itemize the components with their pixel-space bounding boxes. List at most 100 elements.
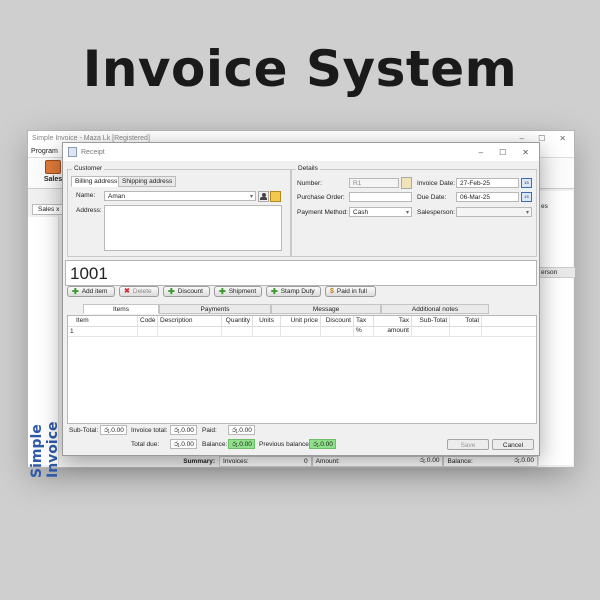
column-unit-price[interactable]: Unit price bbox=[281, 316, 321, 326]
summary-amount-label: Amount: bbox=[315, 457, 340, 465]
customer-name-field[interactable]: Aman bbox=[104, 191, 256, 202]
summary-invoices-label: Invoices: bbox=[223, 457, 249, 465]
table-cell[interactable] bbox=[222, 327, 253, 336]
summary-invoices: Invoices: 0 bbox=[219, 455, 312, 467]
calendar-icon[interactable]: 15 bbox=[521, 192, 532, 202]
sales-icon bbox=[45, 160, 61, 174]
number-field[interactable]: R1 bbox=[349, 178, 399, 188]
column-tax-amount[interactable]: Tax amount bbox=[374, 316, 412, 334]
subtotal-value: රු.0.00 bbox=[100, 425, 127, 435]
table-cell[interactable] bbox=[412, 327, 450, 336]
purchase-order-field[interactable] bbox=[349, 192, 412, 202]
customer-group-title: Customer bbox=[72, 165, 105, 172]
invoice-total-value: රු.0.00 bbox=[170, 425, 197, 435]
discount-button[interactable]: ✚ Discount bbox=[163, 286, 210, 297]
table-cell[interactable] bbox=[374, 327, 412, 336]
payment-method-label: Payment Method: bbox=[297, 209, 348, 216]
items-table[interactable]: Item Code Description Quantity Units Uni… bbox=[67, 315, 537, 424]
add-item-button[interactable]: ✚ Add item bbox=[67, 286, 115, 297]
receipt-icon bbox=[68, 147, 77, 157]
column-tax-percent[interactable]: Tax % bbox=[354, 316, 374, 334]
save-button[interactable]: Save bbox=[447, 439, 489, 450]
column-discount[interactable]: Discount bbox=[321, 316, 354, 326]
table-cell[interactable] bbox=[450, 327, 482, 336]
customer-group: Customer Billing address Shipping addres… bbox=[67, 165, 291, 257]
paid-label: Paid: bbox=[202, 427, 217, 434]
delete-icon: ✖ bbox=[124, 288, 130, 295]
table-cell[interactable] bbox=[321, 327, 354, 336]
summary-balance: Balance: රු.0.00 bbox=[443, 455, 539, 467]
person-icon[interactable] bbox=[258, 191, 269, 202]
tab-items[interactable]: Items bbox=[83, 304, 159, 314]
tab-shipping-address[interactable]: Shipping address bbox=[118, 176, 177, 187]
table-cell[interactable] bbox=[253, 327, 281, 336]
column-description[interactable]: Description bbox=[158, 316, 222, 326]
previous-balance-value: රු.0.00 bbox=[309, 439, 336, 449]
right-panel-label: es bbox=[541, 203, 548, 210]
subtotal-label: Sub-Total: bbox=[69, 427, 99, 434]
total-due-value: රු.0.00 bbox=[170, 439, 197, 449]
balance-label: Balance: bbox=[202, 441, 228, 448]
main-window-title: Simple Invoice - Maza Lk [Registered] bbox=[32, 134, 150, 142]
close-icon[interactable]: ✕ bbox=[522, 148, 529, 157]
column-sub-total[interactable]: Sub-Total bbox=[412, 316, 450, 326]
column-units[interactable]: Units bbox=[253, 316, 281, 326]
tab-message[interactable]: Message bbox=[271, 304, 381, 314]
table-row[interactable]: 1 bbox=[68, 327, 536, 337]
folder-icon[interactable] bbox=[270, 191, 281, 202]
cancel-button[interactable]: Cancel bbox=[492, 439, 534, 450]
tab-additional-notes[interactable]: Additional notes bbox=[381, 304, 489, 314]
page-headline: Invoice System bbox=[82, 40, 518, 98]
payment-method-select[interactable]: Cash bbox=[349, 207, 412, 218]
invoice-number-field[interactable]: 1001 bbox=[65, 260, 537, 286]
plus-icon: ✚ bbox=[72, 287, 79, 296]
address-label: Address: bbox=[76, 207, 102, 214]
delete-button[interactable]: ✖ Delete bbox=[119, 286, 159, 297]
total-due-label: Total due: bbox=[131, 441, 160, 448]
close-icon[interactable]: ✕ bbox=[559, 134, 566, 143]
paid-value: රු.0.00 bbox=[228, 425, 255, 435]
due-date-field[interactable]: 06-Mar-25 bbox=[456, 192, 519, 202]
pencil-icon[interactable] bbox=[401, 177, 412, 189]
tab-billing-address[interactable]: Billing address bbox=[71, 176, 122, 187]
name-label: Name: bbox=[76, 192, 96, 199]
column-item[interactable]: Item bbox=[68, 316, 138, 326]
summary-balance-value: රු.0.00 bbox=[514, 457, 535, 464]
column-code[interactable]: Code bbox=[138, 316, 158, 326]
sales-document-tab[interactable]: Sales x bbox=[32, 204, 66, 215]
paid-in-full-button[interactable]: $ Paid in full bbox=[325, 286, 376, 297]
add-item-label: Add item bbox=[81, 288, 108, 295]
salesperson-select[interactable] bbox=[456, 207, 532, 218]
delete-label: Delete bbox=[132, 288, 152, 295]
number-label: Number: bbox=[297, 180, 322, 187]
stamp-duty-button[interactable]: ✚ Stamp Duty bbox=[266, 286, 321, 297]
row-number: 1 bbox=[68, 327, 138, 336]
purchase-order-label: Purchase Order: bbox=[297, 194, 345, 201]
minimize-icon[interactable]: – bbox=[479, 148, 483, 157]
menu-program[interactable]: Program bbox=[31, 148, 58, 155]
sidebar-brand: Simple Invoice bbox=[29, 421, 61, 478]
shipment-button[interactable]: ✚ Shipment bbox=[214, 286, 262, 297]
column-total[interactable]: Total bbox=[450, 316, 482, 326]
paid-in-full-label: Paid in full bbox=[336, 288, 367, 295]
table-cell[interactable] bbox=[158, 327, 222, 336]
plus-icon: ✚ bbox=[219, 287, 226, 296]
sidebar: Simple Invoice bbox=[28, 217, 61, 478]
calendar-icon[interactable]: 15 bbox=[521, 178, 532, 188]
table-cell[interactable] bbox=[354, 327, 374, 336]
table-cell[interactable] bbox=[281, 327, 321, 336]
column-header-salesperson[interactable]: erson bbox=[539, 267, 575, 278]
receipt-title: Receipt bbox=[81, 148, 105, 156]
receipt-titlebar: Receipt – ☐ ✕ bbox=[63, 143, 539, 161]
tab-payments[interactable]: Payments bbox=[159, 304, 271, 314]
invoice-date-field[interactable]: 27-Feb-25 bbox=[456, 178, 519, 188]
maximize-icon[interactable]: ☐ bbox=[499, 148, 506, 157]
sales-ribbon-label: Sales bbox=[43, 176, 63, 183]
table-cell[interactable] bbox=[138, 327, 158, 336]
summary-amount: Amount: රු.0.00 bbox=[311, 455, 444, 467]
right-panel: es erson bbox=[538, 191, 575, 465]
money-icon: $ bbox=[330, 288, 334, 295]
column-quantity[interactable]: Quantity bbox=[222, 316, 253, 326]
address-field[interactable] bbox=[104, 205, 282, 251]
summary-invoices-value: 0 bbox=[303, 457, 308, 465]
